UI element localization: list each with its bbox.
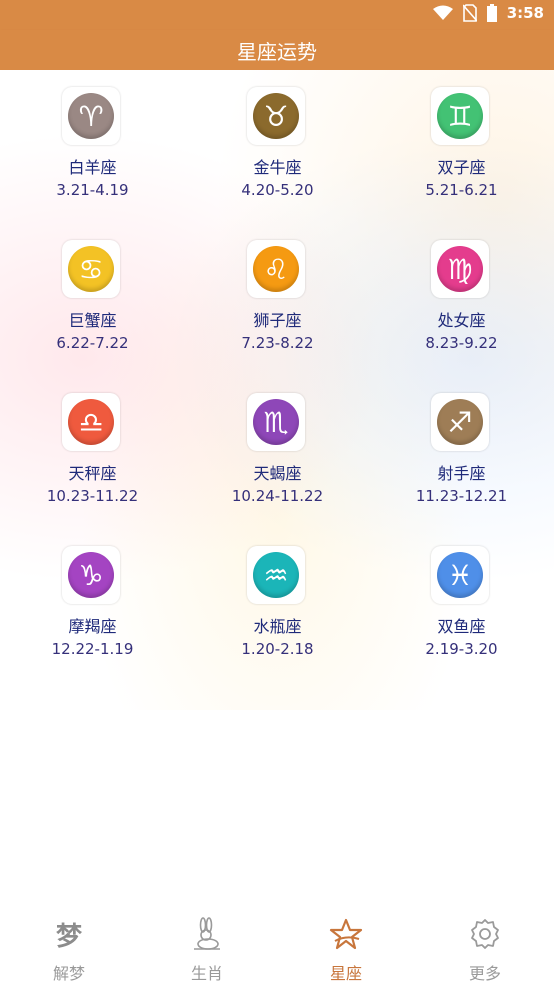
tab-label: 星座 [329,964,362,983]
status-time: 3:58 [506,4,544,22]
sign-cell[interactable]: ♎ 天秤座 10.23-11.22 [0,376,185,526]
sign-icon-tile: ♎ [62,393,120,451]
sign-cell[interactable]: ♌ 狮子座 7.23-8.22 [185,223,370,373]
sagittarius-icon: ♐ [437,399,483,445]
sign-name: 天蝎座 [253,464,302,483]
sign-name: 白羊座 [68,158,117,177]
sign-icon-tile: ♓ [431,546,489,604]
sign-cell[interactable]: ♐ 射手座 11.23-12.21 [369,376,554,526]
sign-date-range: 4.20-5.20 [241,181,314,199]
libra-icon: ♎ [68,399,114,445]
sign-date-range: 10.23-11.22 [46,487,139,505]
tab-constellation[interactable]: 星座 [277,900,415,986]
sign-icon-tile: ♒ [247,546,305,604]
tab-label: 更多 [468,964,501,983]
status-icons: 3:58 [432,4,544,22]
sign-date-range: 2.19-3.20 [425,640,498,658]
sign-name: 双子座 [437,158,486,177]
cancer-icon: ♋ [68,246,114,292]
tab-label: 解梦 [52,964,85,983]
gear-icon [465,914,505,954]
sign-name: 狮子座 [253,311,302,330]
sign-date-range: 8.23-9.22 [425,334,498,352]
sign-name: 处女座 [437,311,486,330]
zodiac-grid: ♈ 白羊座 3.21-4.19 ♉ 金牛座 4.20-5.20 ♊ 双子座 5.21-6.21 ♋… [0,70,554,690]
sign-date-range: 12.22-1.19 [51,640,134,658]
tab-dream[interactable]: 梦 解梦 [0,900,138,986]
sign-name: 双鱼座 [437,617,486,636]
scorpio-icon: ♏ [253,399,299,445]
tab-zodiac-animal[interactable]: 生肖 [138,900,276,986]
sign-date-range: 10.24-11.22 [231,487,324,505]
sign-cell[interactable]: ♉ 金牛座 4.20-5.20 [185,70,370,220]
gemini-icon: ♊ [437,93,483,139]
sign-cell[interactable]: ♑ 摩羯座 12.22-1.19 [0,529,185,679]
battery-icon [486,4,497,22]
sign-name: 天秤座 [68,464,117,483]
sign-name: 摩羯座 [68,617,117,636]
sign-cell[interactable]: ♈ 白羊座 3.21-4.19 [0,70,185,220]
leo-icon: ♌ [253,246,299,292]
wifi-icon [432,5,453,20]
page-title: 星座运势 [237,39,317,64]
sign-cell[interactable]: ♊ 双子座 5.21-6.21 [369,70,554,220]
rabbit-icon [187,914,227,954]
sign-cell[interactable]: ♓ 双鱼座 2.19-3.20 [369,529,554,679]
virgo-icon: ♍ [437,246,483,292]
sign-icon-tile: ♏ [247,393,305,451]
sign-icon-tile: ♋ [62,240,120,298]
sign-date-range: 7.23-8.22 [241,334,314,352]
sign-cell[interactable]: ♒ 水瓶座 1.20-2.18 [185,529,370,679]
taurus-icon: ♉ [253,93,299,139]
sign-date-range: 5.21-6.21 [425,181,498,199]
sign-icon-tile: ♑ [62,546,120,604]
tab-more[interactable]: 更多 [416,900,554,986]
sign-name: 金牛座 [253,158,302,177]
sign-cell[interactable]: ♋ 巨蟹座 6.22-7.22 [0,223,185,373]
sign-cell[interactable]: ♍ 处女座 8.23-9.22 [369,223,554,373]
sign-icon-tile: ♊ [431,87,489,145]
sign-icon-tile: ♉ [247,87,305,145]
sign-icon-tile: ♐ [431,393,489,451]
sign-icon-tile: ♍ [431,240,489,298]
sign-icon-tile: ♈ [62,87,120,145]
no-sim-icon [462,4,477,22]
aries-icon: ♈ [68,93,114,139]
tab-label: 生肖 [190,964,223,983]
pisces-icon: ♓ [437,552,483,598]
sign-date-range: 1.20-2.18 [241,640,314,658]
zodiac-content: ♈ 白羊座 3.21-4.19 ♉ 金牛座 4.20-5.20 ♊ 双子座 5.21-6.21 ♋… [0,70,554,710]
star-icon [326,914,366,954]
sign-icon-tile: ♌ [247,240,305,298]
sign-cell[interactable]: ♏ 天蝎座 10.24-11.22 [185,376,370,526]
dream-icon: 梦 [55,921,82,952]
capricorn-icon: ♑ [68,552,114,598]
status-bar: 3:58 [0,0,554,30]
sign-date-range: 11.23-12.21 [415,487,508,505]
sign-date-range: 3.21-4.19 [56,181,129,199]
sign-name: 巨蟹座 [68,311,117,330]
bottom-tab-bar: 梦 解梦 生肖 星座 更多 [0,900,554,986]
sign-name: 射手座 [437,464,486,483]
sign-name: 水瓶座 [253,617,302,636]
aquarius-icon: ♒ [253,552,299,598]
sign-date-range: 6.22-7.22 [56,334,129,352]
title-bar: 星座运势 [0,30,554,70]
